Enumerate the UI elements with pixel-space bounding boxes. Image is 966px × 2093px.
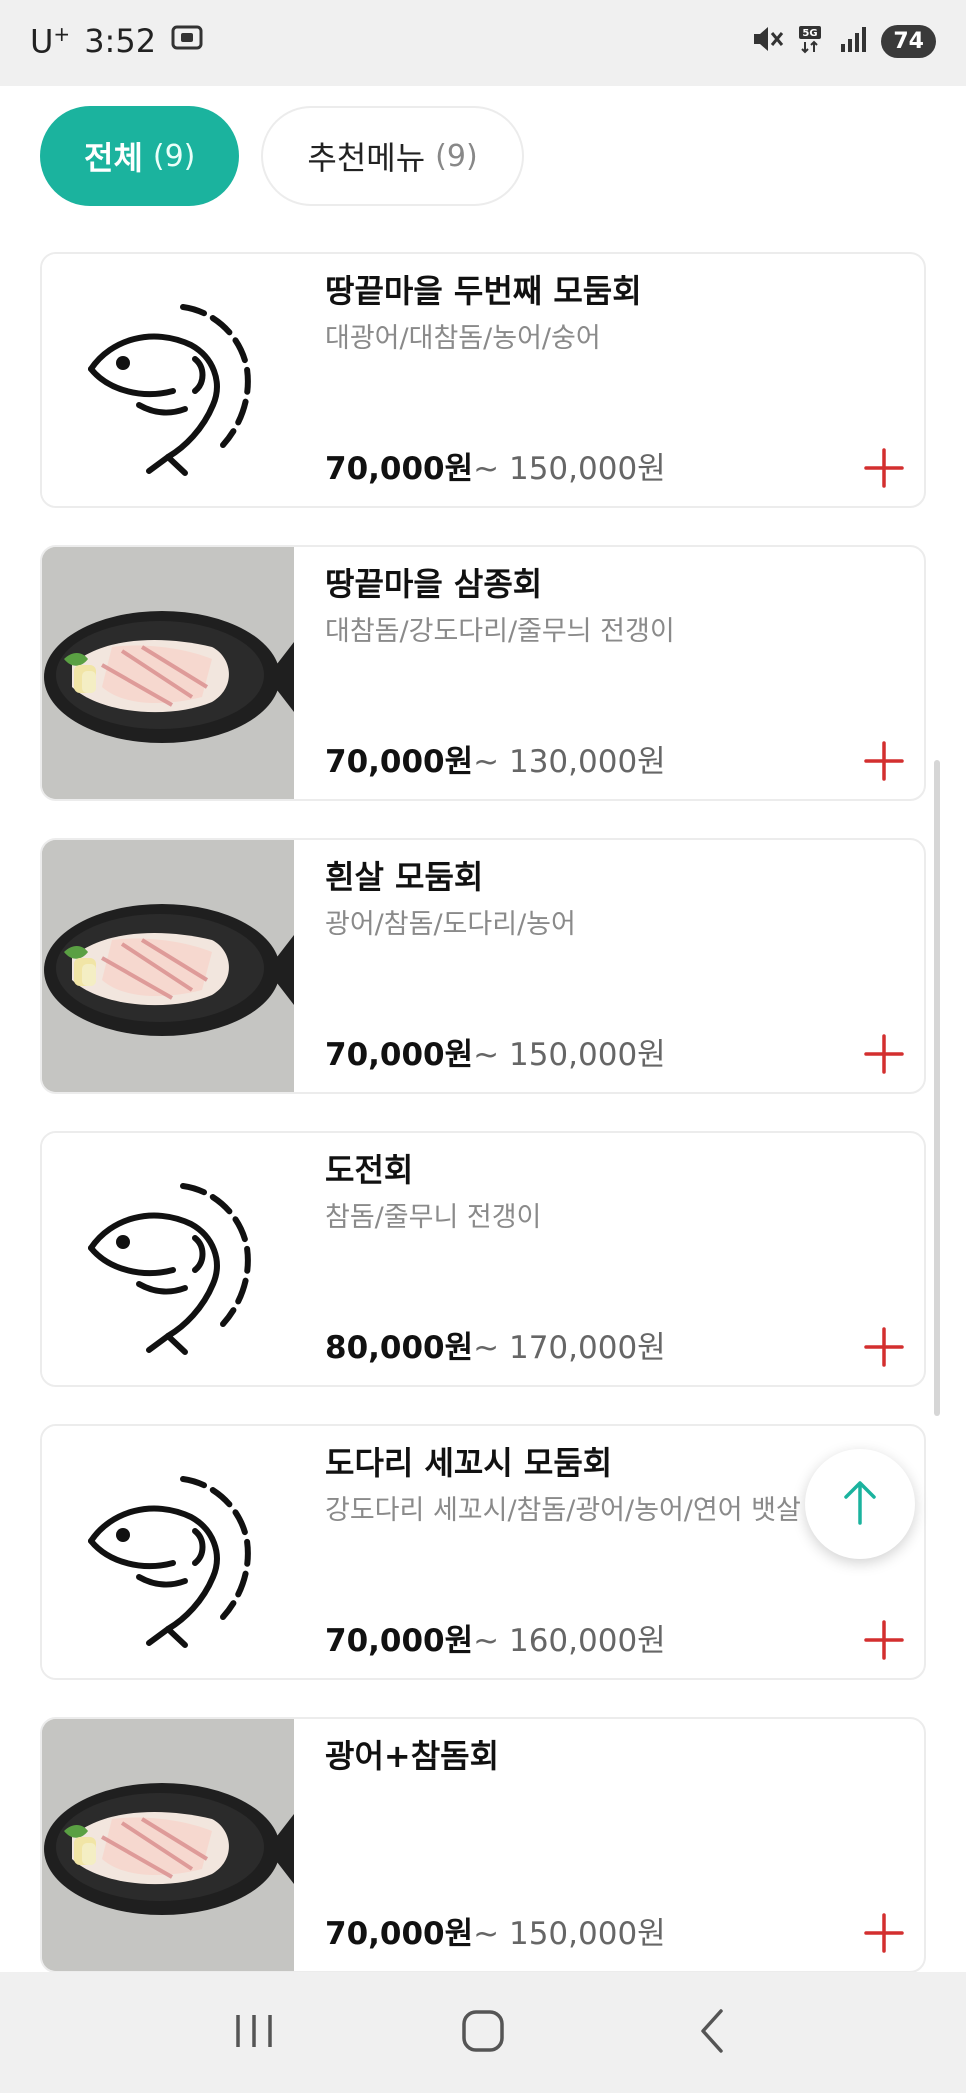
add-to-cart-button[interactable] <box>860 1323 908 1371</box>
battery-indicator: 74 <box>881 24 936 58</box>
back-button[interactable] <box>672 1993 752 2073</box>
menu-item-name: 땅끝마을 삼종회 <box>325 565 543 603</box>
menu-item-name: 광어+참돔회 <box>325 1737 500 1775</box>
menu-item-price: 70,000원~ 150,000원 <box>325 1908 666 1953</box>
home-button[interactable] <box>443 1993 523 2073</box>
tab-recommended[interactable]: 추천메뉴 (9) <box>261 106 524 206</box>
menu-item-card[interactable]: 도전회 참돔/줄무니 전갱이 80,000원~ 170,000원 <box>40 1131 926 1387</box>
sashimi-photo <box>42 840 294 1092</box>
recents-icon <box>232 2011 276 2055</box>
menu-item-info: 땅끝마을 삼종회 대참돔/강도다리/줄무늬 전갱이 <box>325 561 824 653</box>
price-min: 80,000원 <box>325 1330 474 1366</box>
menu-item-info: 도전회 참돔/줄무니 전갱이 <box>325 1147 824 1239</box>
menu-item-description: 대참돔/강도다리/줄무늬 전갱이 <box>325 616 675 647</box>
plus-icon <box>860 741 908 789</box>
menu-item-info: 도다리 세꼬시 모둠회 강도다리 세꼬시/참돔/광어/농어/연어 뱃살 <box>325 1440 824 1532</box>
price-max: ~ 130,000원 <box>473 744 666 780</box>
menu-item-price: 70,000원~ 150,000원 <box>325 1029 666 1074</box>
price-min: 70,000원 <box>325 1623 474 1659</box>
fish-icon <box>42 1133 294 1385</box>
menu-item-price: 80,000원~ 170,000원 <box>325 1322 666 1367</box>
menu-item-card[interactable]: 광어+참돔회 70,000원~ 150,000원 <box>40 1717 926 1973</box>
menu-list: 땅끝마을 두번째 모둠회 대광어/대참돔/농어/숭어 70,000원~ 150,… <box>40 252 926 2010</box>
add-to-cart-button[interactable] <box>860 1030 908 1078</box>
svg-text:5G: 5G <box>803 28 818 39</box>
add-to-cart-button[interactable] <box>860 737 908 785</box>
add-to-cart-button[interactable] <box>860 1909 908 1957</box>
signal-icon <box>839 24 869 58</box>
menu-item-description: 참돔/줄무니 전갱이 <box>325 1202 542 1233</box>
screenshot-icon <box>170 22 204 60</box>
menu-item-price: 70,000원~ 160,000원 <box>325 1615 666 1660</box>
mute-icon <box>751 24 785 58</box>
plus-icon <box>860 1913 908 1961</box>
scrollbar[interactable] <box>934 760 940 1416</box>
recents-button[interactable] <box>214 1993 294 2073</box>
tab-all[interactable]: 전체 (9) <box>40 106 240 206</box>
add-to-cart-button[interactable] <box>860 444 908 492</box>
sashimi-photo <box>42 1719 294 1971</box>
status-bar: U+ 3:52 5G 74 <box>0 0 966 86</box>
clock: 3:52 <box>84 22 157 61</box>
plus-icon <box>860 1620 908 1668</box>
menu-item-card[interactable]: 흰살 모둠회 광어/참돔/도다리/농어 70,000원~ 150,000원 <box>40 838 926 1094</box>
menu-item-info: 광어+참돔회 <box>325 1733 824 1783</box>
menu-item-info: 흰살 모둠회 광어/참돔/도다리/농어 <box>325 854 824 946</box>
menu-item-card[interactable]: 땅끝마을 삼종회 대참돔/강도다리/줄무늬 전갱이 70,000원~ 130,0… <box>40 545 926 801</box>
fish-icon <box>42 1426 294 1678</box>
menu-item-card[interactable]: 도다리 세꼬시 모둠회 강도다리 세꼬시/참돔/광어/농어/연어 뱃살 70,0… <box>40 1424 926 1680</box>
menu-item-description: 대광어/대참돔/농어/숭어 <box>325 323 601 354</box>
status-right: 5G 74 <box>751 24 936 58</box>
price-max: ~ 150,000원 <box>473 451 666 487</box>
category-tabs: 전체 (9) 추천메뉴 (9) <box>40 106 524 206</box>
status-left: U+ 3:52 <box>30 22 204 61</box>
menu-item-name: 흰살 모둠회 <box>325 858 484 896</box>
system-nav-bar <box>0 1972 966 2093</box>
menu-item-description: 강도다리 세꼬시/참돔/광어/농어/연어 뱃살 <box>325 1495 801 1526</box>
menu-item-name: 도전회 <box>325 1151 414 1189</box>
fish-icon <box>42 254 294 506</box>
plus-icon <box>860 1034 908 1082</box>
menu-item-name: 도다리 세꼬시 모둠회 <box>325 1444 613 1482</box>
tab-count: (9) <box>435 138 478 174</box>
back-to-top-button[interactable] <box>805 1449 915 1559</box>
add-to-cart-button[interactable] <box>860 1616 908 1664</box>
sashimi-photo <box>42 547 294 799</box>
tab-label: 추천메뉴 <box>307 139 426 177</box>
carrier-label: U+ <box>30 22 71 61</box>
menu-item-name: 땅끝마을 두번째 모둠회 <box>325 272 642 310</box>
menu-item-card[interactable]: 땅끝마을 두번째 모둠회 대광어/대참돔/농어/숭어 70,000원~ 150,… <box>40 252 926 508</box>
price-max: ~ 150,000원 <box>473 1916 666 1952</box>
arrow-up-icon <box>840 1477 880 1531</box>
price-min: 70,000원 <box>325 1037 474 1073</box>
menu-item-description: 광어/참돔/도다리/농어 <box>325 909 576 940</box>
5g-icon: 5G <box>797 24 827 58</box>
menu-item-info: 땅끝마을 두번째 모둠회 대광어/대참돔/농어/숭어 <box>325 268 824 360</box>
menu-item-price: 70,000원~ 150,000원 <box>325 443 666 488</box>
tab-count: (9) <box>152 138 196 174</box>
price-max: ~ 160,000원 <box>473 1623 666 1659</box>
price-min: 70,000원 <box>325 1916 474 1952</box>
tab-label: 전체 <box>84 139 143 177</box>
price-min: 70,000원 <box>325 451 474 487</box>
price-max: ~ 170,000원 <box>473 1330 666 1366</box>
price-min: 70,000원 <box>325 744 474 780</box>
menu-item-price: 70,000원~ 130,000원 <box>325 736 666 781</box>
plus-icon <box>860 1327 908 1375</box>
plus-icon <box>860 448 908 496</box>
price-max: ~ 150,000원 <box>473 1037 666 1073</box>
home-icon <box>459 2007 507 2059</box>
back-icon <box>697 2007 727 2059</box>
